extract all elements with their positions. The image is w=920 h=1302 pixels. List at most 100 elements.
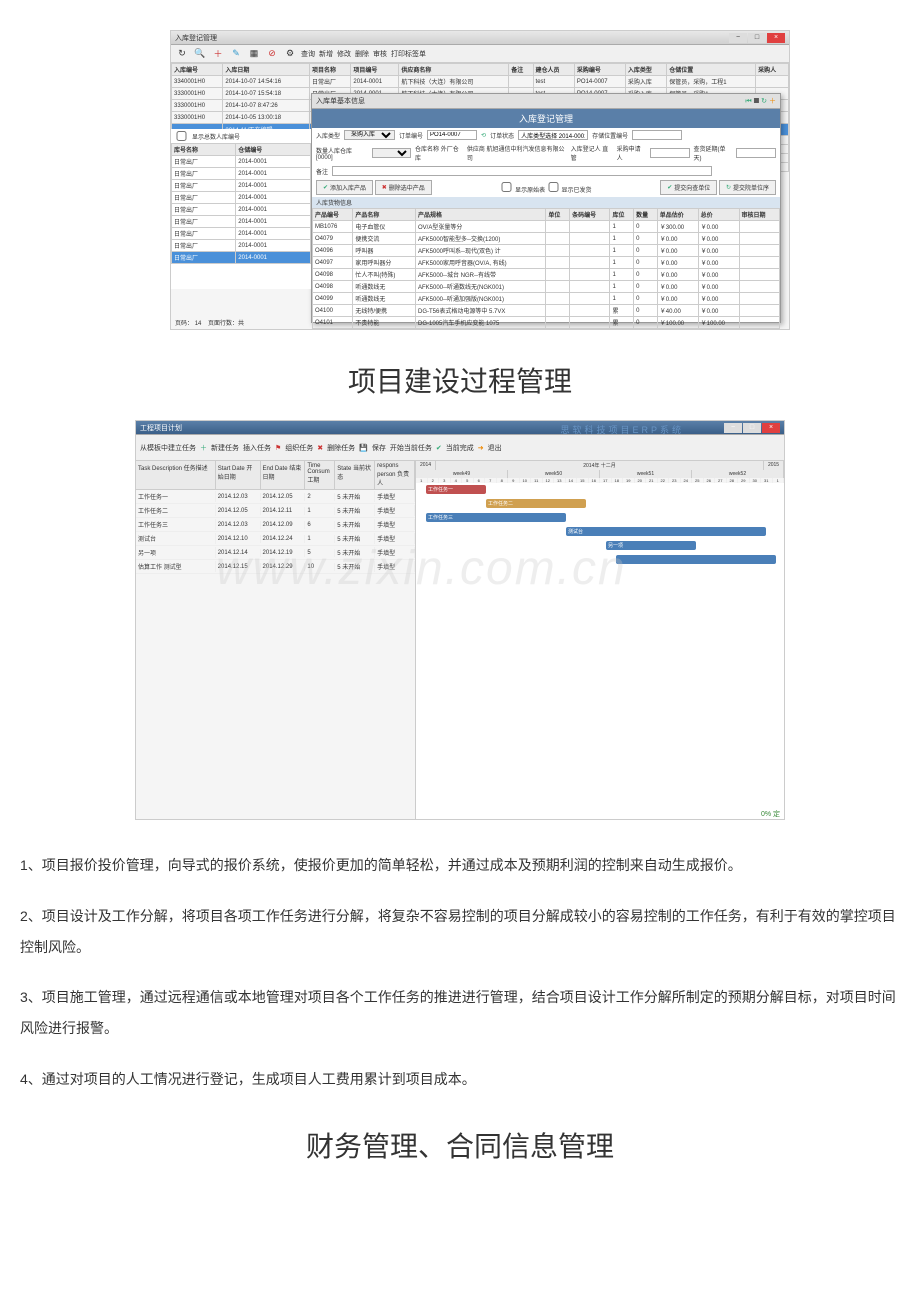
table-row[interactable]: 日常出厂2014-0001 (172, 192, 311, 204)
show-recent-checkbox[interactable] (547, 182, 560, 192)
save-icon[interactable]: 💾 (359, 444, 368, 452)
table-row[interactable]: 日常出厂2014-0001 (172, 252, 311, 264)
table-row[interactable]: 日常出厂2014-0001 (172, 180, 311, 192)
table-row[interactable]: MB1076电子血管仪OV/A型张量等分10￥300.00￥0.00 (313, 221, 780, 233)
gantt-task-row[interactable]: 估算工作 测试型2014.12.152014.12.29105 未开始手填型 (136, 560, 415, 574)
table-header: 产品规格 (416, 209, 546, 221)
add-stock-button[interactable]: ✔添加入库产品 (316, 180, 373, 195)
toolbar-label-4[interactable]: 审核 (373, 49, 387, 59)
toolbar-org-button[interactable]: 组织任务 (285, 443, 313, 453)
table-cell: AFK5000智能型多--交换(1200) (416, 233, 546, 245)
table-cell (739, 257, 779, 269)
toolbar-new-button[interactable]: 新建任务 (211, 443, 239, 453)
add-icon[interactable]: ＋ (211, 47, 225, 61)
gantt-bar[interactable]: 另一项 (606, 541, 696, 550)
gantt-bar[interactable] (616, 555, 776, 564)
table-cell: ￥0.00 (698, 269, 739, 281)
table-row[interactable]: 日常出厂2014-0001 (172, 240, 311, 252)
table-row[interactable]: O4100无线特/便携DG-T56表式格动电源等中 5.7VX累0￥40.00￥… (313, 305, 780, 317)
gear-icon[interactable]: ⚙ (283, 47, 297, 61)
sub-grid-icon[interactable]: ▦ (754, 98, 760, 105)
note-input[interactable] (332, 166, 712, 176)
table-row[interactable]: O4098听通数线无AFK5000--听通数线无(NGK001)10￥0.00￥… (313, 281, 780, 293)
table-row[interactable]: O4079便携交流AFK5000智能型多--交换(1200)10￥0.00￥0.… (313, 233, 780, 245)
plus-icon[interactable]: ＋ (200, 443, 207, 453)
toolbar-label-5[interactable]: 打印标签单 (391, 49, 426, 59)
return-icon[interactable]: ⟲ (481, 132, 486, 139)
gantt-maximize-button[interactable]: □ (743, 423, 761, 433)
refresh-icon[interactable]: ↻ (175, 47, 189, 61)
exit-icon[interactable]: ➜ (478, 444, 484, 452)
table-row[interactable]: 日常出厂2014-0001 (172, 156, 311, 168)
table-cell: O4097 (313, 257, 353, 269)
flag-icon[interactable]: ⚑ (275, 444, 281, 452)
submit-check-button[interactable]: ✔提交向查单位 (660, 180, 717, 195)
gantt-bar[interactable]: 工作任务三 (426, 513, 566, 522)
stop-icon[interactable]: ⊘ (265, 47, 279, 61)
table-cell (570, 305, 610, 317)
gantt-task-row[interactable]: 测试台2014.12.102014.12.2415 未开始手填型 (136, 532, 415, 546)
toolbar-delete-button[interactable]: 删除任务 (327, 443, 355, 453)
toolbar-done-button[interactable]: 当前完成 (446, 443, 474, 453)
check-icon[interactable]: ✔ (436, 444, 442, 452)
delivery-input[interactable] (736, 148, 776, 158)
pos-input[interactable] (632, 130, 682, 140)
table-row[interactable]: 日常出厂2014-0001 (172, 228, 311, 240)
search-icon[interactable]: 🔍 (193, 47, 207, 61)
year-cell: 2014 (416, 461, 436, 470)
toolbar-label-3[interactable]: 删除 (355, 49, 369, 59)
gantt-minimize-button[interactable]: − (724, 423, 742, 433)
gantt-bar[interactable]: 测试台 (566, 527, 766, 536)
apply-input[interactable] (650, 148, 690, 158)
table-row[interactable]: 日常出厂2014-0001 (172, 216, 311, 228)
table-row[interactable]: O4098忙人不叫(特殊)AFK5000--城台 NGR--有线带10￥0.00… (313, 269, 780, 281)
table-row[interactable]: O4099听通数线无AFK5000--听通加强版(NGK001)10￥0.00￥… (313, 293, 780, 305)
table-row[interactable]: 日常出厂2014-0001 (172, 168, 311, 180)
gantt-bar[interactable]: 工作任务二 (486, 499, 586, 508)
toolbar-label-0[interactable]: 查询 (301, 49, 315, 59)
gantt-task-row[interactable]: 另一项2014.12.142014.12.1955 未开始手填型 (136, 546, 415, 560)
gantt-close-button[interactable]: × (762, 423, 780, 433)
sub-first-icon[interactable]: ⏮ (745, 98, 751, 105)
delete-selected-button[interactable]: ✖删除选中产品 (375, 180, 432, 195)
side-checkbox[interactable] (175, 131, 188, 141)
gantt-cell: 2014.12.03 (216, 493, 261, 501)
gantt-cell: 5 未开始 (335, 533, 375, 544)
sub-refresh-icon[interactable]: ↻ (761, 98, 767, 105)
toolbar-exit-button[interactable]: 退出 (488, 443, 502, 453)
return-input[interactable] (518, 130, 588, 140)
gantt-bar[interactable]: 工作任务一 (426, 485, 486, 494)
gantt-task-row[interactable]: 工作任务二2014.12.052014.12.1115 未开始手填型 (136, 504, 415, 518)
sub-add-icon[interactable]: ＋ (769, 98, 776, 105)
grid-icon[interactable]: ▦ (247, 47, 261, 61)
table-cell: 日常出厂 (172, 240, 236, 252)
table-row[interactable]: 3340001H02014-10-07 14:54:16日常出厂2014-000… (172, 76, 789, 88)
toolbar-template-button[interactable]: 从模板中建立任务 (140, 443, 196, 453)
maximize-button[interactable]: □ (748, 33, 766, 43)
table-row[interactable]: O4096呼叫器AFK5000呼叫系--现代(双色) 计10￥0.00￥0.00 (313, 245, 780, 257)
gantt-task-row[interactable]: 工作任务三2014.12.032014.12.0965 未开始手填型 (136, 518, 415, 532)
toolbar-label-1[interactable]: 新增 (319, 49, 333, 59)
close-button[interactable]: × (767, 33, 785, 43)
minimize-button[interactable]: − (729, 33, 747, 43)
sub-banner: 入库登记管理 (312, 109, 780, 128)
table-row[interactable]: O4097家用呼叫器分AFK5000家用呼音器(OV/A, 有线)10￥0.00… (313, 257, 780, 269)
toolbar-save-button[interactable]: 保存 (372, 443, 386, 453)
table-cell: 0 (634, 233, 658, 245)
detail-table-header: 人库货物信息 (312, 197, 780, 208)
gantt-task-row[interactable]: 工作任务一2014.12.032014.12.0525 未开始手填型 (136, 490, 415, 504)
toolbar-start-button[interactable]: 开始当前任务 (390, 443, 432, 453)
table-row[interactable]: O4101不贵特能DG-1005汽车手机应变能 1075累0￥100.00￥10… (313, 317, 780, 329)
print-warn-button[interactable]: ↻提交院单位序 (719, 180, 776, 195)
type-select[interactable]: 采购入库 (344, 130, 395, 140)
delete-icon[interactable]: ✖ (317, 444, 323, 452)
table-row[interactable]: 日常出厂2014-0001 (172, 204, 311, 216)
edit-icon[interactable]: ✎ (229, 47, 243, 61)
toolbar-label-2[interactable]: 修改 (337, 49, 351, 59)
toolbar-insert-button[interactable]: 插入任务 (243, 443, 271, 453)
gantt-day-cell: 28 (727, 478, 739, 483)
order-input[interactable] (427, 130, 477, 140)
table-row[interactable]: O4MA估算10￥500.00￥0.00 (313, 329, 780, 331)
show-original-checkbox[interactable] (500, 182, 513, 192)
warehouse-select[interactable] (372, 148, 411, 158)
